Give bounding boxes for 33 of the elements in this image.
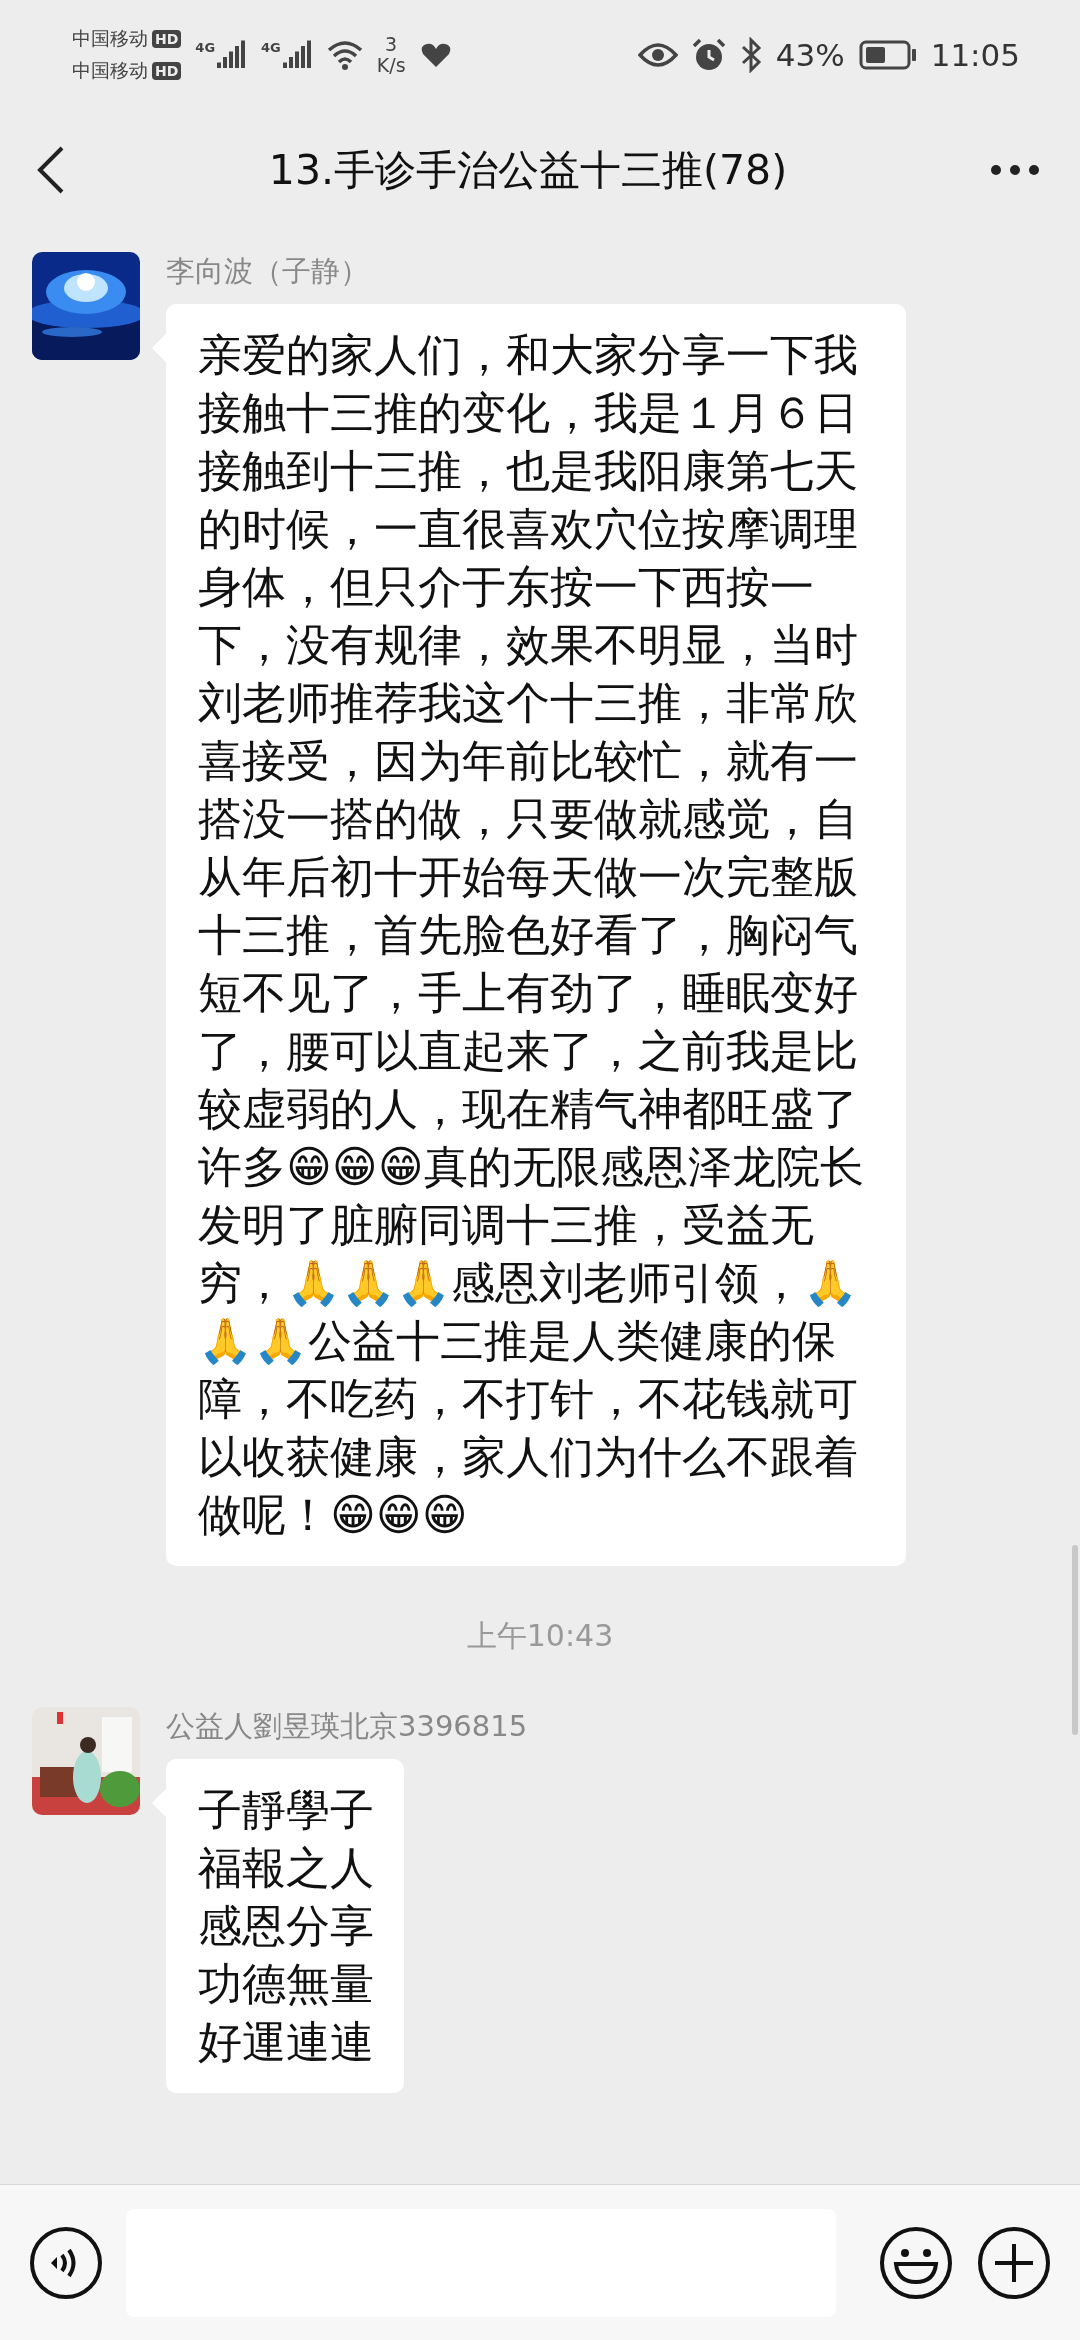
message-line: 好運連連	[198, 2015, 374, 2069]
message-line: 子靜學子	[198, 1783, 374, 1837]
more-icon[interactable]	[990, 164, 1040, 176]
eye-icon	[637, 41, 678, 69]
sender-name: 公益人劉昱瑛北京3396815	[166, 1708, 528, 1745]
speed-value: 3	[385, 34, 398, 55]
speed-unit: K/s	[376, 55, 406, 76]
timestamp: 上午10:43	[466, 1617, 614, 1655]
message-text: 亲爱的家人们，和大家分享一下我接触十三推的变化，我是１月６日接触到十三推，也是我阳康第七天的时候，一直很喜欢穴位按摩调理身体，但只介于东按一下西按一下，没有规律，效果不明显，当时刘老师推荐我这个十三推，非常欣喜接受，因为年前比较忙，就有一搭没一搭的做，只要做就感觉，自从年后初十开始每天做一次完整版十三推，首先脸色好看了，胸闷气短不见了，手上有劲了，睡眠变好了，腰可以直起来了，之前我是比较虚弱的人，现在精气神都旺盛了许多😁😁😁真的无限感恩泽龙院长发明了脏腑同调十三推，受益无穷，🙏🙏🙏感恩刘老师引领，🙏🙏🙏公益十三推是人类健康的保障，不吃药，不打针，不花钱就可以收获健康，家人们为什么不跟着做呢！😁😁😁	[198, 328, 865, 1542]
plus-button[interactable]	[976, 2224, 1052, 2301]
carrier-name: 中国移动	[72, 26, 148, 51]
chat-title: 13.手诊手治公益十三推(78)	[268, 144, 788, 196]
signal-icon	[282, 40, 313, 70]
wifi-icon	[326, 40, 363, 70]
battery-percent: 43%	[775, 37, 845, 73]
clock-time: 11:05	[930, 37, 1020, 73]
hd-badge: HD	[152, 30, 182, 48]
carrier-name: 中国移动	[72, 58, 148, 83]
emoji-button[interactable]	[878, 2224, 954, 2301]
hd-badge: HD	[152, 62, 182, 80]
bluetooth-icon	[739, 37, 762, 73]
signal-icon	[217, 40, 248, 70]
message-line: 功德無量	[198, 1957, 374, 2011]
network-type: 4G	[195, 40, 216, 55]
heart-icon	[419, 41, 452, 69]
sender-name: 李向波（子静）	[166, 253, 369, 290]
voice-button[interactable]	[28, 2224, 104, 2301]
message-line: 福報之人	[198, 1841, 374, 1895]
alarm-icon	[691, 38, 726, 72]
message-line: 感恩分享	[198, 1899, 374, 1953]
battery-icon	[858, 40, 917, 70]
network-type: 4G	[261, 40, 281, 55]
back-icon[interactable]	[36, 145, 66, 195]
